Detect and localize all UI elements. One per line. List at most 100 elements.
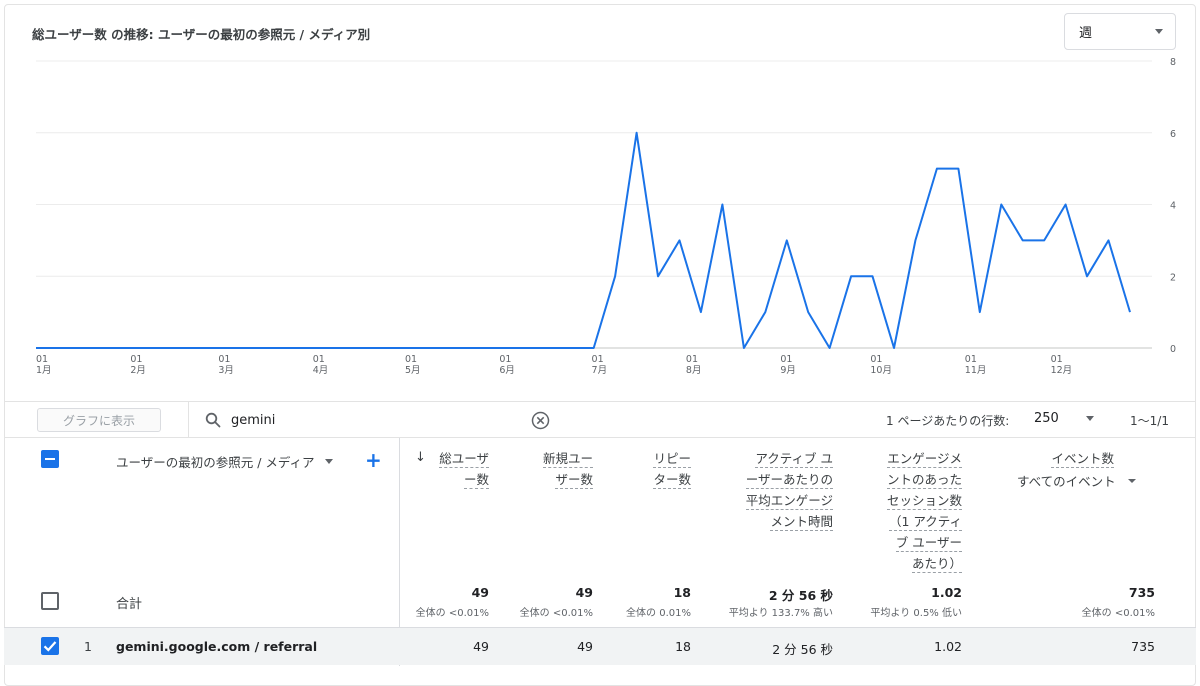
x-tick-month: 9月 <box>780 365 796 376</box>
y-tick-label: 8 <box>1170 57 1176 68</box>
dimension-header[interactable]: ユーザーの最初の参照元 / メディア <box>116 452 333 471</box>
total-value: 735 <box>1128 585 1155 600</box>
x-tick-day: 01 <box>36 354 48 365</box>
chevron-down-icon <box>1127 478 1136 483</box>
x-tick-month: 7月 <box>592 365 608 376</box>
dimension-header-label: ユーザーの最初の参照元 / メディア <box>116 455 315 470</box>
clear-search-icon[interactable] <box>531 411 550 430</box>
event-filter-value: すべてのイベント <box>1017 474 1116 489</box>
rows-per-page-label: 1 ページあたりの行数: <box>886 414 1010 428</box>
total-value: 49 <box>575 585 593 600</box>
x-tick-day: 01 <box>313 354 325 365</box>
line-chart: 02468 011月012月013月014月015月016月017月018月01… <box>36 57 1176 376</box>
total-value: 49 <box>471 585 489 600</box>
totals-checkbox[interactable] <box>41 592 59 610</box>
total-share: 平均より 133.7% 高い <box>728 608 833 619</box>
pagination-range: 1〜1/1 <box>1130 414 1169 428</box>
row-dimension-value[interactable]: gemini.google.com / referral <box>116 639 317 654</box>
add-dimension-icon[interactable]: + <box>365 450 382 470</box>
row-metric-value: 18 <box>675 639 691 654</box>
x-tick-month: 6月 <box>499 365 515 376</box>
x-tick-month: 1月 <box>36 365 52 376</box>
row-index: 1 <box>84 639 92 654</box>
total-share: 全体の <0.01% <box>1081 608 1155 619</box>
total-value: 1.02 <box>931 585 962 600</box>
y-tick-label: 2 <box>1170 272 1176 283</box>
x-tick-month: 11月 <box>965 365 987 376</box>
metric-header-line: （1 アクティ <box>888 514 962 531</box>
search-icon <box>205 412 221 428</box>
x-tick-day: 01 <box>499 354 511 365</box>
metric-header-new-users[interactable]: 新規ユー ザー数 <box>510 449 593 491</box>
x-tick-day: 01 <box>592 354 604 365</box>
x-tick-month: 3月 <box>218 365 234 376</box>
metric-header-line: ザー数 <box>555 472 593 489</box>
metric-header-engaged-sessions[interactable]: エンゲージメ ントのあった セッション数 （1 アクティ ブ ユーザー あたり） <box>850 449 962 575</box>
plot-rows-button[interactable]: グラフに表示 <box>37 408 161 432</box>
x-tick-day: 01 <box>1051 354 1063 365</box>
metric-header-total-users[interactable]: 総ユーザ ー数 <box>420 449 489 491</box>
x-tick-month: 8月 <box>686 365 702 376</box>
y-tick-label: 0 <box>1170 344 1176 355</box>
x-tick-month: 12月 <box>1051 365 1073 376</box>
total-share: 全体の <0.01% <box>519 608 593 619</box>
total-share: 平均より 0.5% 低い <box>870 608 962 619</box>
total-share: 全体の 0.01% <box>626 608 691 619</box>
metric-header-line: イベント数 <box>1051 451 1114 468</box>
metric-header-line: ター数 <box>653 472 691 489</box>
table-header-divider <box>4 437 1196 438</box>
metric-header-line: 新規ユー <box>542 451 593 468</box>
check-icon <box>43 641 57 652</box>
event-filter-select[interactable]: すべてのイベント <box>1017 471 1136 490</box>
metric-header-line: リピー <box>653 451 691 468</box>
chevron-down-icon <box>1155 29 1163 34</box>
chart-table-divider <box>4 401 1196 402</box>
x-tick-day: 01 <box>130 354 142 365</box>
search-bar <box>188 402 564 438</box>
chevron-down-icon <box>324 459 333 464</box>
chart-title: 総ユーザー数 の推移: ユーザーの最初の参照元 / メディア別 <box>32 27 371 42</box>
metric-header-returning-users[interactable]: リピー ター数 <box>610 449 691 491</box>
metric-header-line: セッション数 <box>886 493 962 510</box>
period-select-value: 週 <box>1079 26 1093 41</box>
x-tick-month: 2月 <box>130 365 146 376</box>
y-tick-label: 6 <box>1170 129 1176 140</box>
series-line <box>36 131 1131 349</box>
metric-header-event-count[interactable]: イベント数 <box>1000 449 1114 470</box>
total-share: 全体の <0.01% <box>415 608 489 619</box>
total-value: 2 分 56 秒 <box>768 588 833 603</box>
row-metric-value: 2 分 56 秒 <box>772 642 833 657</box>
metric-header-line: エンゲージメ <box>887 451 962 468</box>
chevron-down-icon <box>1086 416 1094 421</box>
metric-header-line: ブ ユーザー <box>895 535 962 552</box>
metric-header-line: ントのあった <box>886 472 962 489</box>
row-checkbox[interactable] <box>41 637 59 655</box>
metric-header-avg-engagement-time[interactable]: アクティブ ユ ーザーあたりの 平均エンゲージ メント時間 <box>700 449 833 533</box>
row-metric-value: 735 <box>1131 639 1155 654</box>
x-tick-day: 01 <box>218 354 230 365</box>
x-tick-month: 4月 <box>313 365 329 376</box>
y-tick-label: 4 <box>1170 201 1176 212</box>
row-metric-value: 49 <box>577 639 593 654</box>
x-tick-day: 01 <box>965 354 977 365</box>
rows-per-page-select[interactable]: 250 <box>1034 411 1094 426</box>
metric-header-line: 平均エンゲージ <box>745 493 833 510</box>
metric-header-line: 総ユーザ <box>439 451 489 468</box>
metric-header-line: あたり） <box>911 556 962 573</box>
row-metric-value: 1.02 <box>934 639 962 654</box>
x-tick-day: 01 <box>686 354 698 365</box>
search-input[interactable] <box>231 412 521 428</box>
metric-header-line: アクティブ ユ <box>755 451 833 468</box>
x-tick-day: 01 <box>780 354 792 365</box>
row-metric-value: 49 <box>473 639 489 654</box>
metric-header-line: ーザーあたりの <box>745 472 833 489</box>
x-tick-day: 01 <box>405 354 417 365</box>
total-value: 18 <box>673 585 691 600</box>
period-select[interactable]: 週 <box>1064 13 1176 50</box>
metric-header-line: メント時間 <box>770 514 833 531</box>
x-tick-month: 10月 <box>870 365 892 376</box>
select-all-checkbox[interactable] <box>41 450 59 468</box>
metric-header-line: ー数 <box>463 472 489 489</box>
rows-per-page-value: 250 <box>1034 411 1059 426</box>
x-tick-day: 01 <box>870 354 882 365</box>
